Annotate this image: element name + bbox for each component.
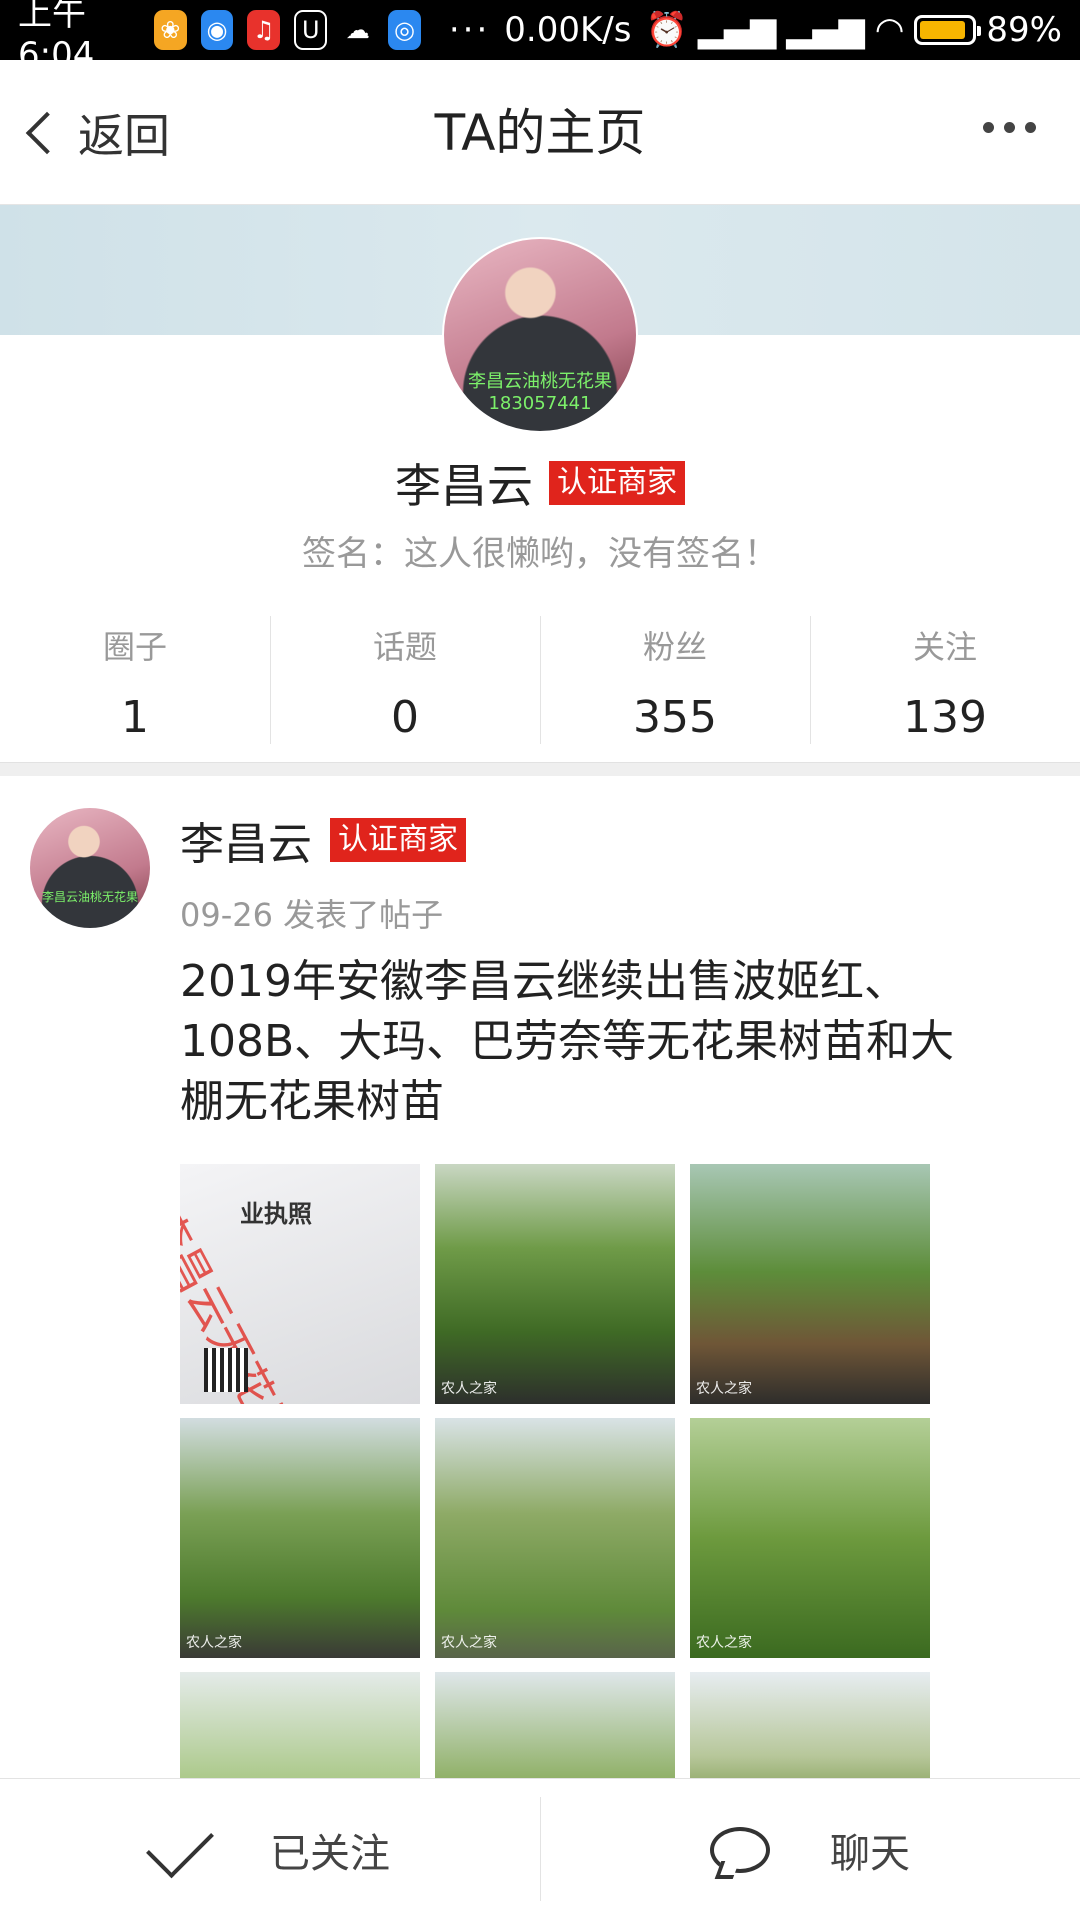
post-image[interactable]: [690, 1672, 930, 1778]
avatar-overlay-text: 李昌云油桃无花果: [41, 890, 138, 904]
stat-circles[interactable]: 圈子 1: [0, 612, 270, 762]
stat-label: 关注: [912, 628, 977, 666]
followed-label: 已关注: [270, 1830, 390, 1877]
post-meta: 09-26 发表了帖子: [180, 896, 444, 934]
stat-label: 粉丝: [642, 628, 707, 666]
profile-stats: 圈子 1 话题 0 粉丝 355 关注 139: [0, 612, 1080, 762]
license-title: 业执照: [240, 1200, 312, 1228]
stat-topics[interactable]: 话题 0: [270, 612, 540, 762]
profile-name: 李昌云: [395, 459, 533, 513]
navigation-bar: 返回 TA的主页: [0, 60, 1080, 205]
stat-fans[interactable]: 粉丝 355: [540, 612, 810, 762]
alarm-icon: ⏰: [645, 10, 688, 50]
stat-label: 圈子: [102, 628, 167, 666]
chat-button[interactable]: 聊天: [540, 1779, 1080, 1920]
post-image-grid: 业执照 李昌云无花果 农人之家 农人之家 农人之家 农人之家 农人之家: [180, 1164, 930, 1778]
battery-percent: 89%: [986, 10, 1062, 50]
profile-avatar[interactable]: 李昌云油桃无花果 183057441: [442, 237, 638, 433]
music-app-icon: ♫: [247, 10, 281, 50]
chat-label: 聊天: [830, 1830, 910, 1877]
stat-following[interactable]: 关注 139: [810, 612, 1080, 762]
photo-caption: 农人之家: [441, 1381, 497, 1397]
photo-caption: 农人之家: [186, 1635, 242, 1651]
stat-label: 话题: [372, 628, 437, 666]
more-notifications-icon: ···: [448, 10, 491, 50]
qr-code-icon: [204, 1348, 248, 1392]
post-author-avatar[interactable]: 李昌云油桃无花果: [30, 808, 150, 928]
photo-caption: 农人之家: [696, 1635, 752, 1651]
followed-button[interactable]: 已关注: [0, 1779, 540, 1920]
section-divider: [0, 762, 1080, 776]
post-title[interactable]: 2019年安徽李昌云继续出售波姬红、108B、大玛、巴劳奈等无花果树苗和大棚无花…: [180, 952, 980, 1132]
chat-bubble-icon: [710, 1826, 770, 1873]
post-image-license[interactable]: 业执照 李昌云无花果: [180, 1164, 420, 1404]
bottom-action-bar: 已关注 聊天: [0, 1778, 1080, 1920]
cloud-app-icon: ☁: [341, 10, 375, 50]
more-dot-icon: [1004, 122, 1015, 133]
status-bar: 上午6:04 ❀ ◉ ♫ U ☁ ◎ ··· 0.00K/s ⏰ ▂▄▆ ▂▄▆…: [0, 0, 1080, 75]
browser-app-icon: ◎: [388, 10, 421, 50]
post-image[interactable]: 农人之家: [435, 1418, 675, 1658]
post-image[interactable]: 农人之家: [690, 1418, 930, 1658]
qq-browser-icon: ◉: [200, 10, 234, 50]
verified-merchant-badge: 认证商家: [330, 818, 466, 862]
check-icon: [146, 1809, 214, 1878]
post-image[interactable]: 农人之家: [690, 1164, 930, 1404]
stat-value: 1: [121, 692, 149, 743]
photo-caption: 农人之家: [696, 1381, 752, 1397]
more-menu-button[interactable]: [983, 122, 1036, 133]
signal-icon: ▂▄▆: [697, 10, 777, 50]
post-image[interactable]: [435, 1672, 675, 1778]
baidu-app-icon: ❀: [154, 10, 187, 50]
avatar-overlay-text: 李昌云油桃无花果: [468, 371, 612, 392]
profile-name-row: 李昌云 认证商家: [0, 450, 1080, 516]
more-dot-icon: [983, 122, 994, 133]
signal2-icon: ▂▄▆: [786, 10, 865, 50]
post-author-name[interactable]: 李昌云: [180, 808, 312, 872]
avatar-overlay-phone: 183057441: [488, 393, 592, 414]
network-speed: 0.00K/s: [504, 10, 632, 50]
post-header: 李昌云 认证商家: [180, 808, 466, 872]
verified-merchant-badge: 认证商家: [549, 461, 685, 505]
photo-caption: 农人之家: [441, 1635, 497, 1651]
stat-value: 355: [633, 692, 717, 743]
post-image[interactable]: [180, 1672, 420, 1778]
more-dot-icon: [1025, 122, 1036, 133]
shield-app-icon: U: [294, 10, 328, 50]
wifi-icon: ◠: [874, 10, 905, 50]
stat-value: 0: [391, 692, 419, 743]
profile-signature: 签名：这人很懒哟，没有签名！: [302, 534, 778, 574]
battery-icon: [914, 15, 982, 45]
stat-value: 139: [903, 692, 987, 743]
post-image[interactable]: 农人之家: [435, 1164, 675, 1404]
page-title: TA的主页: [434, 104, 646, 162]
post-image[interactable]: 农人之家: [180, 1418, 420, 1658]
